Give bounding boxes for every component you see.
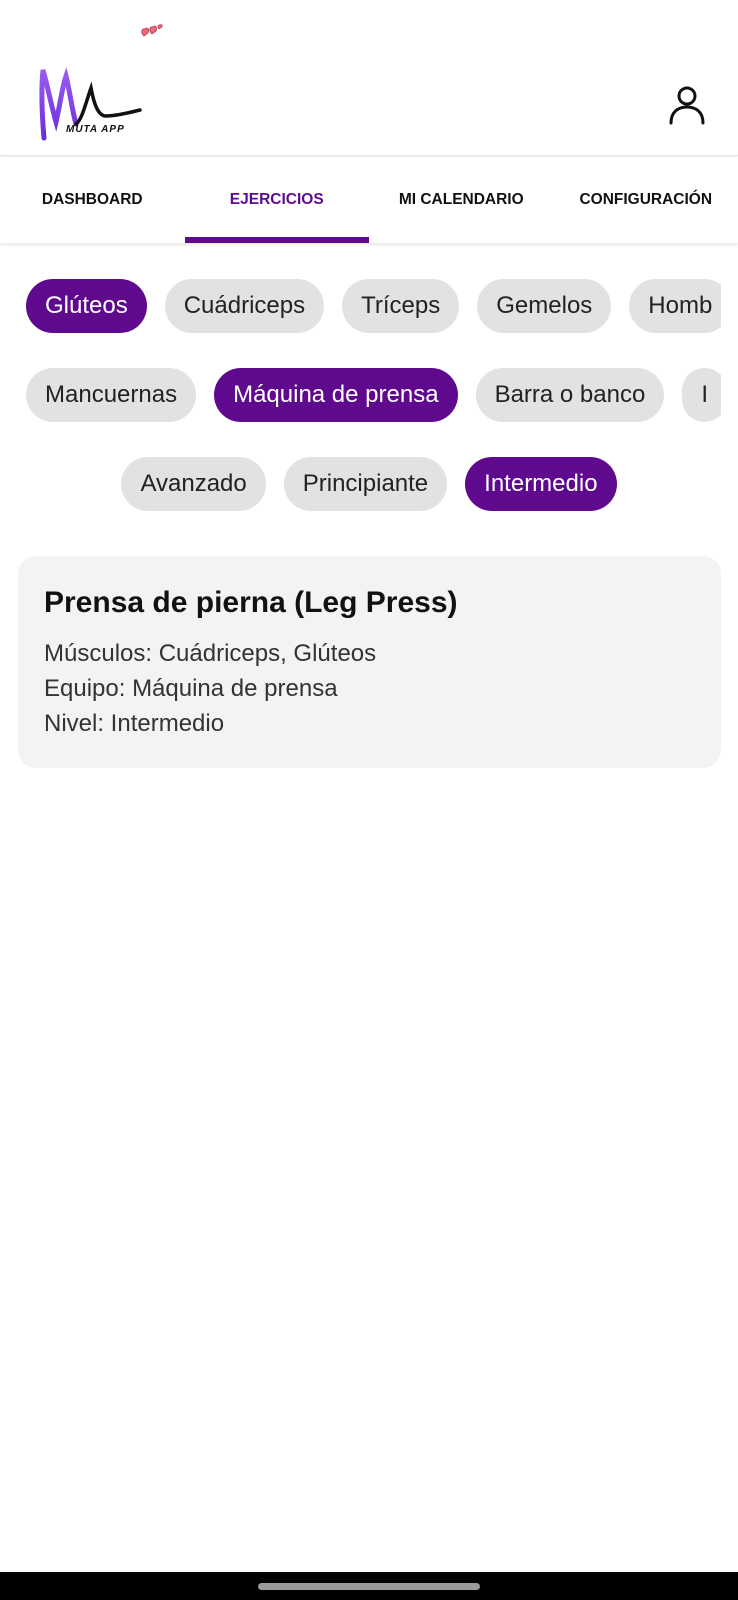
equipment-filter-row[interactable]: Mancuernas Máquina de prensa Barra o ban… — [26, 367, 721, 423]
chip-cuadriceps[interactable]: Cuádriceps — [164, 279, 325, 333]
tab-dashboard[interactable]: DASHBOARD — [0, 157, 185, 243]
chip-maquina-de-prensa[interactable]: Máquina de prensa — [214, 368, 458, 422]
app-header: MUTA APP — [0, 0, 738, 156]
logo-text: MUTA APP — [66, 124, 125, 135]
chip-intermedio[interactable]: Intermedio — [465, 457, 617, 511]
profile-button[interactable] — [664, 80, 710, 130]
level-filter-row: Avanzado Principiante Intermedio — [0, 456, 738, 512]
system-nav-bar — [0, 1572, 738, 1600]
tab-ejercicios[interactable]: EJERCICIOS — [184, 157, 370, 243]
user-icon — [669, 86, 705, 125]
exercise-card[interactable]: Prensa de pierna (Leg Press) Músculos: C… — [18, 556, 721, 768]
chip-avanzado[interactable]: Avanzado — [121, 457, 266, 511]
exercise-title: Prensa de pierna (Leg Press) — [44, 586, 458, 619]
chip-mancuernas[interactable]: Mancuernas — [26, 368, 197, 422]
muscle-filter-row[interactable]: Glúteos Cuádriceps Tríceps Gemelos Homb — [26, 278, 721, 334]
exercise-equipment: Equipo: Máquina de prensa — [44, 675, 338, 702]
app-logo[interactable]: MUTA APP — [36, 60, 146, 144]
chip-triceps[interactable]: Tríceps — [342, 279, 460, 333]
chip-equipment-more[interactable]: I — [682, 368, 721, 422]
exercise-level: Nivel: Intermedio — [44, 710, 225, 737]
hearts-icon — [141, 24, 163, 37]
exercise-muscles: Músculos: Cuádriceps, Glúteos — [44, 640, 377, 667]
main-tabs: DASHBOARD EJERCICIOS MI CALENDARIO CONFI… — [0, 157, 738, 243]
chip-gemelos[interactable]: Gemelos — [477, 279, 612, 333]
chip-hombros[interactable]: Homb — [629, 279, 721, 333]
tab-mi-calendario[interactable]: MI CALENDARIO — [369, 157, 554, 243]
chip-barra-o-banco[interactable]: Barra o banco — [475, 368, 665, 422]
chip-gluteos[interactable]: Glúteos — [26, 279, 147, 333]
tab-configuracion[interactable]: CONFIGURACIÓN — [554, 157, 738, 243]
home-gesture-handle[interactable] — [258, 1583, 480, 1590]
chip-principiante[interactable]: Principiante — [283, 457, 448, 511]
